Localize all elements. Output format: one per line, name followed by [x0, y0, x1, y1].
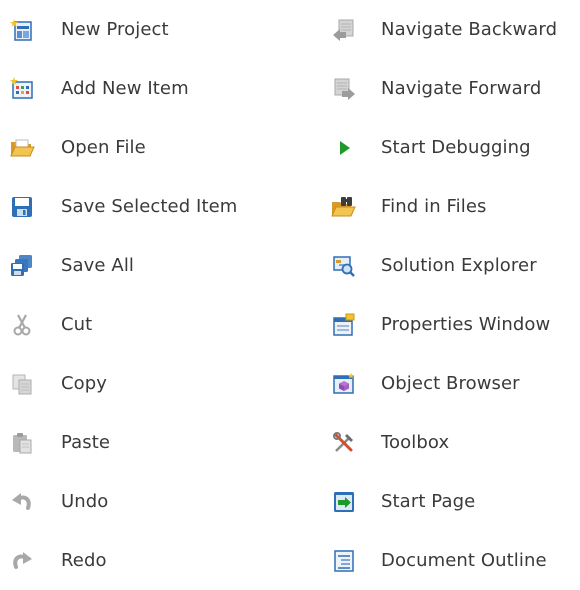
toolbar-item-object-browser[interactable]: Object Browser	[320, 354, 580, 413]
toolbar-item-label: Start Debugging	[381, 137, 531, 158]
toolbar-item-label: Undo	[61, 491, 109, 512]
paste-icon	[8, 429, 36, 457]
navigate-forward-icon	[330, 75, 358, 103]
document-outline-icon	[330, 547, 358, 575]
toolbar-item-start-debugging[interactable]: Start Debugging	[320, 118, 580, 177]
toolbar-item-cut[interactable]: Cut	[0, 295, 300, 354]
toolbar-item-label: Start Page	[381, 491, 476, 512]
properties-window-icon	[330, 311, 358, 339]
toolbar-item-paste[interactable]: Paste	[0, 413, 300, 472]
toolbar-item-label: Save All	[61, 255, 135, 276]
toolbar-item-redo[interactable]: Redo	[0, 531, 300, 590]
toolbar-item-navigate-forward[interactable]: Navigate Forward	[320, 59, 580, 118]
solution-explorer-icon	[330, 252, 358, 280]
toolbar-item-label: Object Browser	[381, 373, 520, 394]
toolbar-item-document-outline[interactable]: Document Outline	[320, 531, 580, 590]
undo-icon	[8, 488, 36, 516]
toolbar-item-label: Copy	[61, 373, 108, 394]
toolbar-item-save-selected-item[interactable]: Save Selected Item	[0, 177, 300, 236]
object-browser-icon	[330, 370, 358, 398]
toolbar-item-save-all[interactable]: Save All	[0, 236, 300, 295]
toolbar-item-label: Navigate Forward	[381, 78, 542, 99]
navigate-backward-icon	[330, 16, 358, 44]
toolbar-item-toolbox[interactable]: Toolbox	[320, 413, 580, 472]
toolbar-item-label: Save Selected Item	[61, 196, 238, 217]
toolbar-item-undo[interactable]: Undo	[0, 472, 300, 531]
toolbox-icon	[330, 429, 358, 457]
add-new-item-icon	[8, 75, 36, 103]
toolbar-item-new-project[interactable]: New Project	[0, 0, 300, 59]
toolbar-item-label: New Project	[61, 19, 169, 40]
toolbar-item-label: Cut	[61, 314, 93, 335]
toolbar-item-open-file[interactable]: Open File	[0, 118, 300, 177]
cut-icon	[8, 311, 36, 339]
toolbar-item-add-new-item[interactable]: Add New Item	[0, 59, 300, 118]
start-debugging-icon	[330, 134, 358, 162]
toolbar-item-properties-window[interactable]: Properties Window	[320, 295, 580, 354]
toolbar-item-label: Find in Files	[381, 196, 487, 217]
toolbar-item-label: Document Outline	[381, 550, 547, 571]
toolbar-item-label: Paste	[61, 432, 111, 453]
toolbar-item-label: Add New Item	[61, 78, 189, 99]
find-in-files-icon	[330, 193, 358, 221]
toolbar-item-label: Redo	[61, 550, 107, 571]
new-project-icon	[8, 16, 36, 44]
toolbar-item-start-page[interactable]: Start Page	[320, 472, 580, 531]
toolbar-item-solution-explorer[interactable]: Solution Explorer	[320, 236, 580, 295]
toolbar-item-label: Navigate Backward	[381, 19, 558, 40]
toolbar-item-label: Solution Explorer	[381, 255, 537, 276]
save-all-icon	[8, 252, 36, 280]
toolbar-item-label: Properties Window	[381, 314, 551, 335]
save-icon	[8, 193, 36, 221]
start-page-icon	[330, 488, 358, 516]
copy-icon	[8, 370, 36, 398]
open-file-icon	[8, 134, 36, 162]
toolbar-item-navigate-backward[interactable]: Navigate Backward	[320, 0, 580, 59]
toolbar-item-label: Open File	[61, 137, 146, 158]
toolbar-item-copy[interactable]: Copy	[0, 354, 300, 413]
redo-icon	[8, 547, 36, 575]
toolbar-item-find-in-files[interactable]: Find in Files	[320, 177, 580, 236]
toolbar-item-label: Toolbox	[381, 432, 450, 453]
